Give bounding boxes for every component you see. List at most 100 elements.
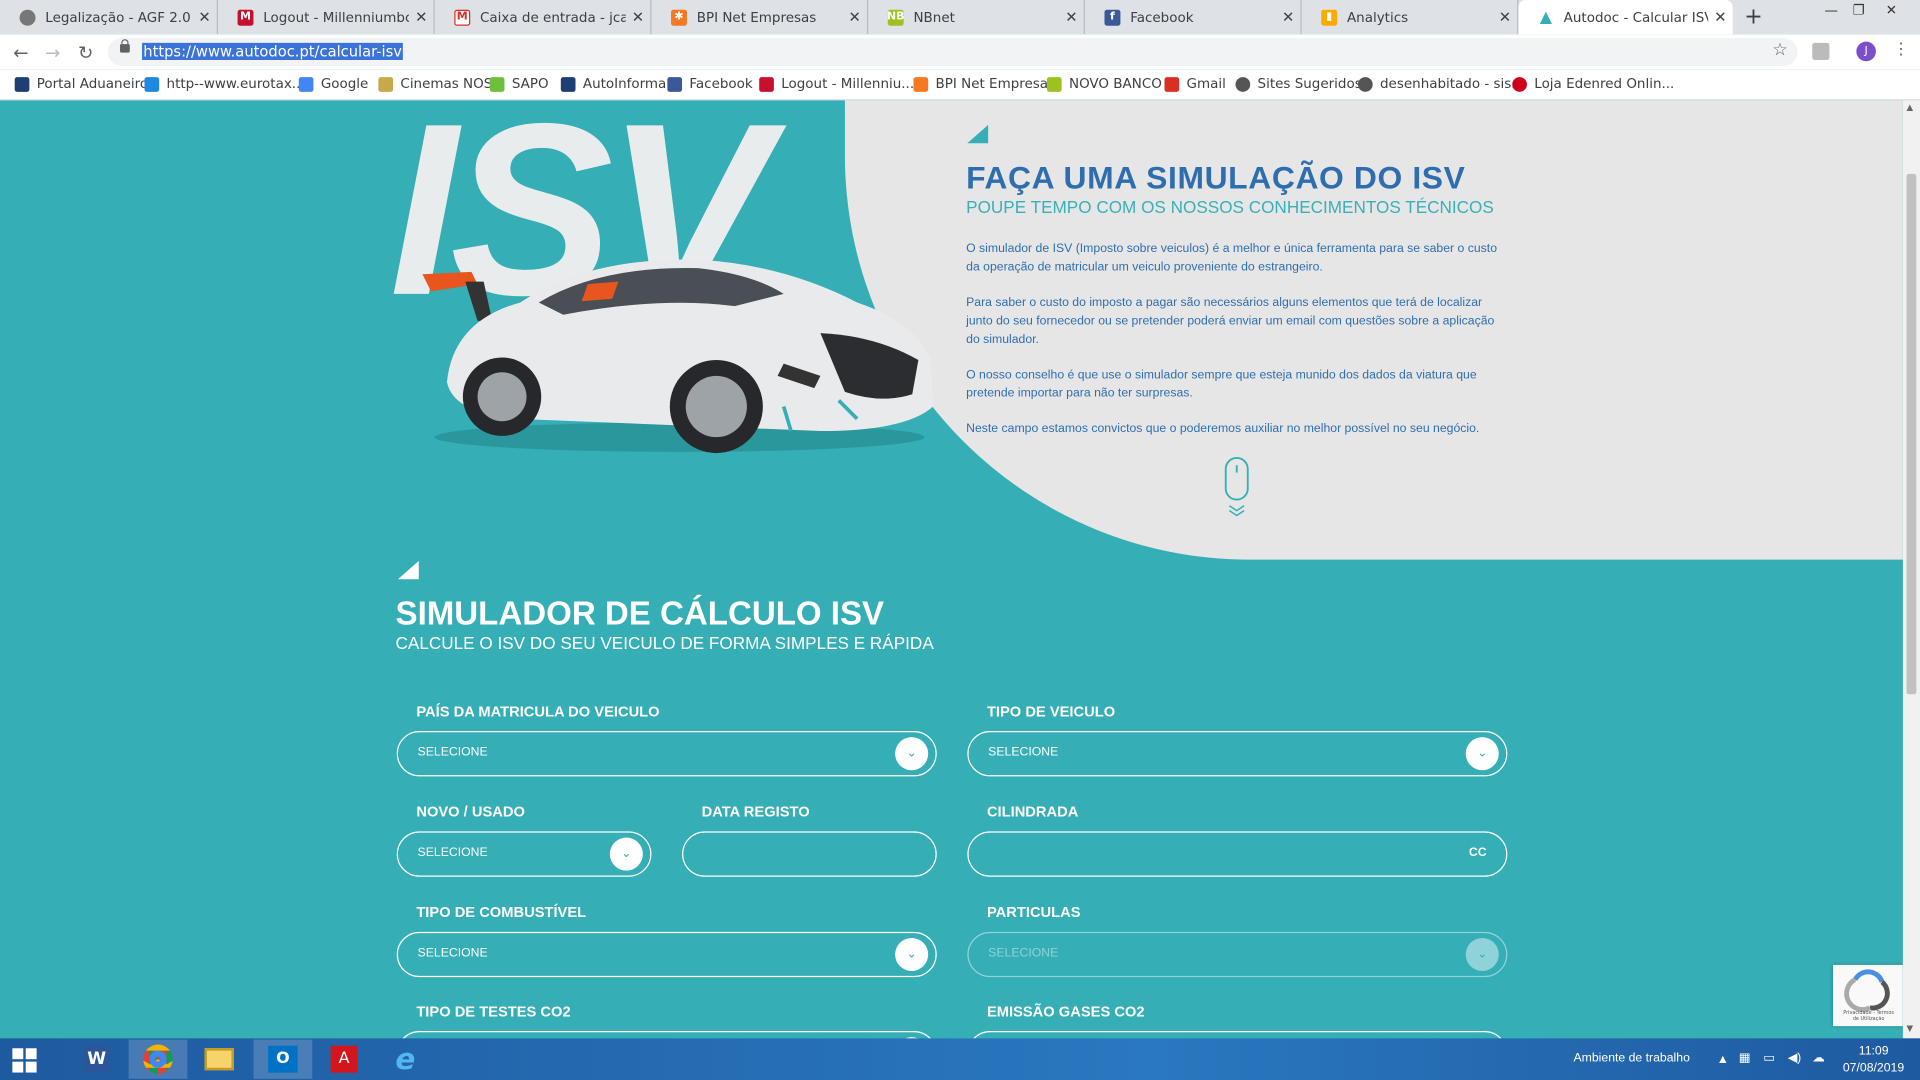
bookmark-item[interactable]: NOVO BANCO xyxy=(1046,76,1162,92)
bookmark-item[interactable]: Cinemas NOS xyxy=(378,76,492,92)
novo-usado-select[interactable]: SELECIONE ⌄ xyxy=(396,831,652,877)
folder-icon xyxy=(204,1048,234,1071)
tab-millennium[interactable]: M Logout - Millenniumbcp ✕ xyxy=(218,0,435,35)
hero-paragraph: Neste campo estamos convictos que o pode… xyxy=(966,422,1480,436)
millennium-icon xyxy=(759,76,774,92)
battery-icon[interactable]: ▭ xyxy=(1763,1052,1775,1065)
word-app[interactable]: W xyxy=(67,1040,126,1079)
tab-autodoc[interactable]: ▲ Autodoc - Calcular ISV ✕ xyxy=(1518,0,1733,35)
bookmark-item[interactable]: BPI Net Empresas xyxy=(913,76,1055,92)
google-icon xyxy=(298,76,314,92)
page-content: ISV FAÇA UMA SIMULAÇÃO DO ISV POUPE TEMP… xyxy=(0,100,1903,1039)
bookmark-item[interactable]: Google xyxy=(298,76,368,92)
chevron-down-icon: ⌄ xyxy=(895,737,929,771)
tab-analytics[interactable]: ▮ Analytics ✕ xyxy=(1302,0,1519,35)
scroll-down-icon[interactable]: ▼ xyxy=(1907,1024,1914,1034)
hero-title: FAÇA UMA SIMULAÇÃO DO ISV xyxy=(966,159,1466,196)
close-icon[interactable]: ✕ xyxy=(842,9,866,26)
globe-icon xyxy=(19,9,36,26)
scroll-mouse-icon[interactable] xyxy=(1223,456,1250,517)
tab-title: BPI Net Empresas xyxy=(696,9,817,26)
emissao-co2-input[interactable] xyxy=(967,1031,1508,1039)
new-tab-button[interactable]: + xyxy=(1741,4,1765,29)
minimize-button[interactable]: — xyxy=(1825,2,1838,18)
tab-facebook[interactable]: f Facebook ✕ xyxy=(1085,0,1302,35)
close-icon[interactable]: ✕ xyxy=(626,9,650,26)
tab-title: NBnet xyxy=(913,9,955,26)
triangle-decoration xyxy=(397,560,419,580)
bookmark-icon xyxy=(14,76,30,92)
pais-select[interactable]: SELECIONE ⌄ xyxy=(396,731,937,777)
desktop-toolbar-label[interactable]: Ambiente de trabalho xyxy=(1573,1052,1689,1065)
data-registo-input[interactable] xyxy=(682,831,937,877)
bookmark-item[interactable]: desenhabitado - sis... xyxy=(1357,76,1524,92)
field-label-novo-usado: NOVO / USADO xyxy=(416,803,525,821)
reload-icon[interactable]: ↻ xyxy=(76,42,96,64)
ie-app[interactable]: e xyxy=(376,1040,435,1079)
tab-nbnet[interactable]: NB NBnet ✕ xyxy=(868,0,1085,35)
explorer-app[interactable] xyxy=(190,1040,249,1079)
url-text[interactable]: https://www.autodoc.pt/calcular-isv xyxy=(142,42,404,61)
close-icon[interactable]: ✕ xyxy=(1493,9,1517,26)
recaptcha-badge[interactable]: Privacidade - Termos de Utilização xyxy=(1833,964,1903,1027)
internet-explorer-icon: e xyxy=(395,1042,416,1077)
bookmark-item[interactable]: Portal Aduaneiro xyxy=(14,76,148,92)
particulas-select[interactable]: SELECIONE ⌄ xyxy=(967,931,1508,978)
profile-avatar[interactable]: J xyxy=(1856,41,1876,62)
simulator-title: SIMULADOR DE CÁLCULO ISV xyxy=(395,595,885,632)
bookmark-item[interactable]: SAPO xyxy=(489,76,549,92)
scrollbar-thumb[interactable] xyxy=(1906,173,1917,695)
bookmark-star-icon[interactable]: ☆ xyxy=(1772,40,1787,60)
show-hidden-icons[interactable]: ▲ xyxy=(1717,1053,1729,1066)
combustivel-select[interactable]: SELECIONE ⌄ xyxy=(396,931,937,978)
tipo-veiculo-select[interactable]: SELECIONE ⌄ xyxy=(967,731,1508,777)
close-icon[interactable]: ✕ xyxy=(409,9,433,26)
menu-icon[interactable]: ⋮ xyxy=(1893,40,1909,58)
address-bar[interactable]: https://www.autodoc.pt/calcular-isv ☆ xyxy=(107,37,1798,67)
page-scrollbar[interactable]: ▲ ▼ xyxy=(1902,100,1920,1039)
tab-legalizacao[interactable]: Legalização - AGF 2.0 ✕ xyxy=(0,0,218,35)
tab-gmail[interactable]: M Caixa de entrada - jca.sanche ✕ xyxy=(435,0,652,35)
cilindrada-input[interactable]: CC xyxy=(967,831,1508,877)
testes-co2-select[interactable]: ⌄ xyxy=(396,1031,937,1039)
bookmark-item[interactable]: Loja Edenred Onlin... xyxy=(1512,76,1674,92)
forward-icon[interactable]: → xyxy=(43,42,63,64)
bookmark-item[interactable]: Gmail xyxy=(1164,76,1226,92)
unit-cc: CC xyxy=(1468,846,1487,860)
clock-time[interactable]: 11:09 xyxy=(1859,1044,1889,1057)
bookmark-item[interactable]: Facebook xyxy=(667,76,753,92)
close-icon[interactable]: ✕ xyxy=(1708,9,1732,26)
close-icon[interactable]: ✕ xyxy=(1059,9,1083,26)
bpi-icon xyxy=(913,76,929,92)
gmail-icon xyxy=(1164,76,1180,92)
network-icon[interactable]: ▦ xyxy=(1739,1052,1751,1065)
acrobat-app[interactable]: A xyxy=(315,1040,374,1079)
bookmark-item[interactable]: AutoInforma xyxy=(560,76,666,92)
chrome-app[interactable] xyxy=(128,1039,188,1079)
close-icon[interactable]: ✕ xyxy=(192,9,216,26)
bookmark-item[interactable]: Sites Sugeridos xyxy=(1235,76,1362,92)
hero-subtitle: POUPE TEMPO COM OS NOSSOS CONHECIMENTOS … xyxy=(966,197,1494,217)
chevron-down-icon: ⌄ xyxy=(895,937,929,972)
screen: Legalização - AGF 2.0 ✕ M Logout - Mille… xyxy=(0,0,1920,1080)
onedrive-icon[interactable]: ☁ xyxy=(1812,1052,1824,1065)
bookmark-item[interactable]: http--www.eurotax... xyxy=(144,76,305,92)
outlook-app[interactable]: O xyxy=(253,1039,313,1079)
clock-date[interactable]: 07/08/2019 xyxy=(1843,1062,1904,1075)
close-icon[interactable]: ✕ xyxy=(1276,9,1300,26)
tab-title: Logout - Millenniumbcp xyxy=(263,9,409,26)
windows-start-icon[interactable] xyxy=(12,1048,37,1073)
restore-button[interactable]: ❐ xyxy=(1853,2,1865,18)
windows-taskbar: W O A e Ambiente de trabalho ▲ ▦ ▭ ◀) ☁ … xyxy=(0,1038,1920,1080)
volume-icon[interactable]: ◀) xyxy=(1788,1052,1802,1065)
millennium-icon: M xyxy=(237,9,254,26)
bookmark-item[interactable]: Logout - Millenniu... xyxy=(759,76,914,92)
bookmark-icon xyxy=(560,76,576,92)
scroll-up-icon[interactable]: ▲ xyxy=(1907,103,1914,113)
close-window-button[interactable]: ✕ xyxy=(1886,2,1897,18)
pdf-extension-icon[interactable] xyxy=(1812,42,1830,61)
word-icon: W xyxy=(83,1045,111,1073)
chevron-down-icon: ⌄ xyxy=(1465,737,1499,771)
back-icon[interactable]: ← xyxy=(11,42,31,64)
tab-bpi[interactable]: ✱ BPI Net Empresas ✕ xyxy=(651,0,869,35)
